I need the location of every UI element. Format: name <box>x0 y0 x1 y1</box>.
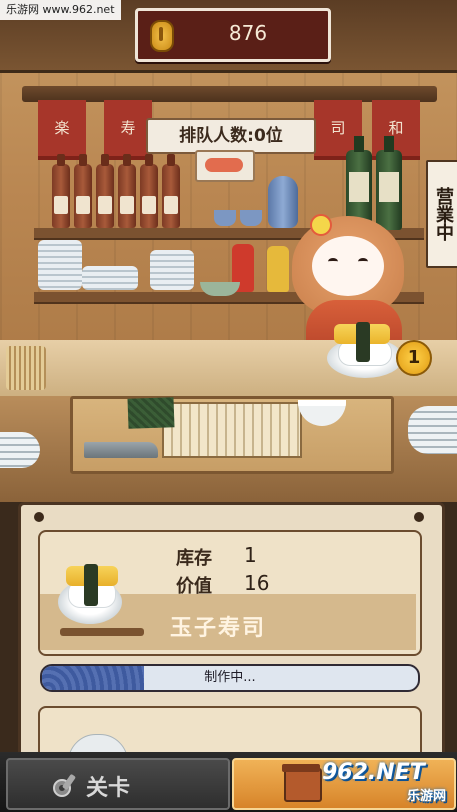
nori-band-icon <box>84 564 98 606</box>
queue-count-sign: 排队人数:0位 <box>146 118 316 154</box>
sake-bottle-icon <box>140 154 158 228</box>
sake-bottle-icon <box>74 154 92 228</box>
stock-label: 库存 <box>176 548 212 569</box>
chef-face <box>312 236 384 296</box>
noren-curtain: 楽 <box>38 100 86 160</box>
watermark-text: 乐游网 www.962.net <box>0 0 121 20</box>
plum-wine-bottle-icon <box>376 136 402 230</box>
site-logo-sub: 乐游网 <box>406 789 446 804</box>
site-logo: 962.NET 乐游网 <box>322 760 454 808</box>
nori-band-icon <box>356 322 370 362</box>
vase-icon <box>268 176 298 228</box>
stock-value: 1 <box>244 543 257 567</box>
rivet-icon <box>34 512 44 522</box>
plate-stack-icon <box>0 432 40 468</box>
production-progress-bar: 制作中... <box>40 664 420 692</box>
bamboo-rolling-mat[interactable] <box>162 402 302 458</box>
mustard-bottle-icon <box>267 246 289 292</box>
toothpick-holder-icon <box>6 346 46 390</box>
wrench-gear-icon <box>52 770 80 798</box>
plate-stack-icon <box>150 250 194 290</box>
coin-icon <box>150 20 174 52</box>
sake-bottle-icon <box>52 154 70 228</box>
cup-icon <box>240 210 262 226</box>
coin-counter: 876 <box>135 8 331 62</box>
hair-flower-icon <box>310 214 332 236</box>
coin-value: 876 <box>228 21 268 45</box>
item-name: 玉子寿司 <box>170 616 267 641</box>
knife-icon[interactable] <box>84 442 158 458</box>
value-label: 价值 <box>176 576 212 597</box>
plate-stack-icon <box>82 266 138 290</box>
noren-curtain: 寿 <box>104 100 152 160</box>
nori-sheet-icon[interactable] <box>127 397 175 429</box>
sake-bottle-icon <box>96 154 114 228</box>
cup-icon <box>214 210 236 226</box>
level-button[interactable]: 关卡 <box>6 758 230 810</box>
order-count-badge: 1 <box>396 340 432 376</box>
sake-bottle-icon <box>162 154 180 228</box>
site-logo-brand: 962.NET <box>322 760 425 785</box>
hanging-sushi-plate-icon <box>195 150 255 182</box>
sake-bottle-icon <box>118 154 136 228</box>
level-button-label: 关卡 <box>86 776 131 801</box>
progress-text: 制作中... <box>204 670 256 685</box>
open-business-sign: 营業中 <box>426 160 457 268</box>
rivet-icon <box>414 512 424 522</box>
plate-stack-icon <box>408 406 457 454</box>
shop-icon <box>282 764 322 802</box>
value-value: 16 <box>244 571 270 595</box>
sushi-shop-scene: 乐游网 www.962.net 876 楽 寿 司 和 排队人数:0位 营業中 <box>0 0 457 502</box>
chopsticks-icon <box>60 628 144 636</box>
plate-stack-icon <box>38 240 82 290</box>
game-screen: 乐游网 www.962.net 876 楽 寿 司 和 排队人数:0位 营業中 <box>0 0 457 812</box>
